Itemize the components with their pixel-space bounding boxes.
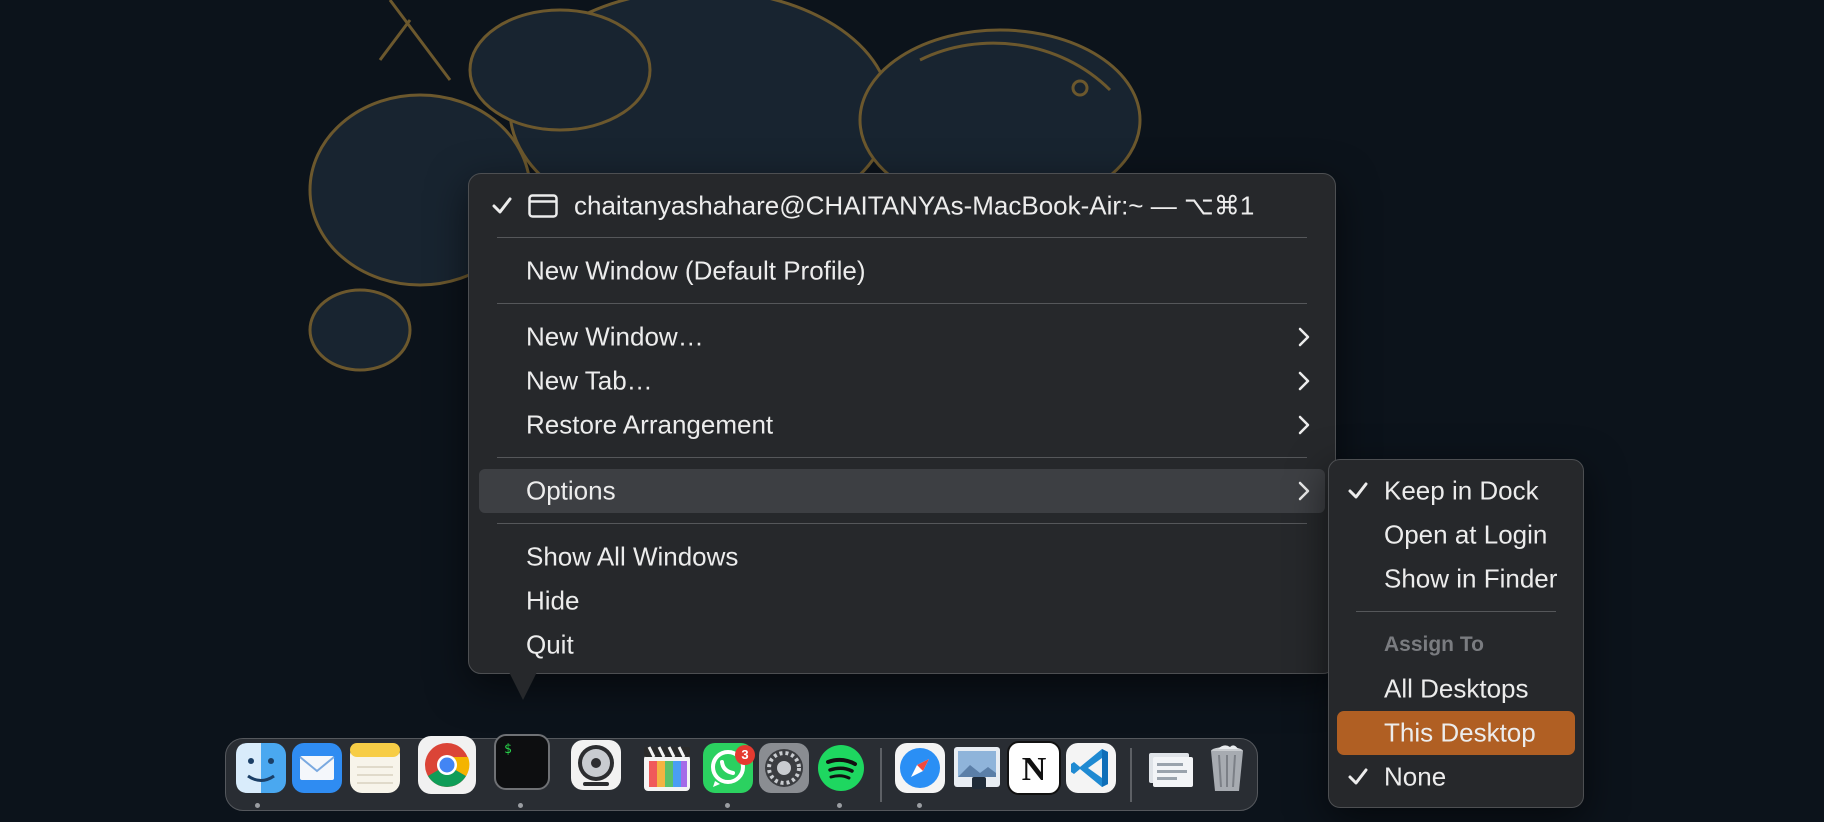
notification-badge: 3 bbox=[735, 745, 755, 765]
chevron-right-icon bbox=[1298, 415, 1310, 435]
submenu-item-label: Keep in Dock bbox=[1384, 475, 1539, 506]
notes-icon[interactable] bbox=[348, 741, 402, 795]
notion-glyph: N bbox=[1021, 751, 1047, 788]
submenu-item-this-desktop[interactable]: This Desktop bbox=[1337, 711, 1575, 755]
terminal-prompt-glyph: $ bbox=[504, 742, 512, 757]
mail-icon[interactable] bbox=[290, 741, 344, 795]
menu-item-hide[interactable]: Hide bbox=[479, 579, 1325, 623]
menu-item-options[interactable]: Options bbox=[479, 469, 1325, 513]
final-cut-icon[interactable] bbox=[640, 741, 694, 795]
menu-item-label: Restore Arrangement bbox=[526, 409, 774, 440]
submenu-item-open-at-login[interactable]: Open at Login bbox=[1337, 513, 1575, 557]
chevron-right-icon bbox=[1298, 327, 1310, 347]
menu-separator bbox=[1356, 611, 1556, 612]
spotify-icon[interactable] bbox=[814, 741, 868, 795]
menu-item-restore-arrangement[interactable]: Restore Arrangement bbox=[479, 403, 1325, 447]
menu-item-label: New Window… bbox=[526, 321, 704, 352]
submenu-item-label: None bbox=[1384, 761, 1447, 792]
menu-item-terminal-window[interactable]: chaitanyashahare@CHAITANYAs-MacBook-Air:… bbox=[479, 184, 1325, 228]
menu-item-label: Hide bbox=[526, 585, 580, 616]
menu-item-show-all-windows[interactable]: Show All Windows bbox=[479, 535, 1325, 579]
dock-divider bbox=[1130, 748, 1132, 802]
submenu-item-label: All Desktops bbox=[1384, 673, 1529, 704]
vscode-icon[interactable] bbox=[1064, 741, 1118, 795]
running-indicator bbox=[917, 803, 922, 808]
submenu-item-none[interactable]: None bbox=[1337, 755, 1575, 799]
running-indicator bbox=[518, 803, 523, 808]
submenu-item-label: This Desktop bbox=[1384, 717, 1536, 748]
preview-icon[interactable] bbox=[950, 741, 1004, 795]
checkmark-icon bbox=[1348, 768, 1368, 785]
menu-separator bbox=[497, 303, 1307, 304]
downloads-stack-icon[interactable] bbox=[1143, 741, 1197, 795]
menu-item-new-window-default[interactable]: New Window (Default Profile) bbox=[479, 249, 1325, 293]
menu-item-new-window[interactable]: New Window… bbox=[479, 315, 1325, 359]
running-indicator bbox=[837, 803, 842, 808]
menu-separator bbox=[497, 457, 1307, 458]
menu-item-new-tab[interactable]: New Tab… bbox=[479, 359, 1325, 403]
window-title-label: chaitanyashahare@CHAITANYAs-MacBook-Air:… bbox=[574, 190, 1255, 221]
running-indicator bbox=[725, 803, 730, 808]
menu-pointer bbox=[509, 672, 537, 700]
submenu-item-keep-in-dock[interactable]: Keep in Dock bbox=[1337, 469, 1575, 513]
logic-icon[interactable] bbox=[569, 738, 623, 792]
submenu-item-show-in-finder[interactable]: Show in Finder bbox=[1337, 557, 1575, 601]
notion-icon[interactable]: N bbox=[1007, 741, 1061, 795]
dock-context-menu: chaitanyashahare@CHAITANYAs-MacBook-Air:… bbox=[468, 173, 1336, 674]
submenu-item-label: Show in Finder bbox=[1384, 563, 1558, 594]
chrome-icon[interactable] bbox=[417, 735, 477, 795]
chevron-right-icon bbox=[1298, 481, 1310, 501]
menu-item-label: Show All Windows bbox=[526, 541, 739, 572]
menu-separator bbox=[497, 237, 1307, 238]
menu-separator bbox=[497, 523, 1307, 524]
window-icon bbox=[528, 194, 558, 218]
menu-item-label: Options bbox=[526, 475, 616, 506]
running-indicator bbox=[255, 803, 260, 808]
menu-item-label: New Window (Default Profile) bbox=[526, 255, 866, 286]
terminal-icon[interactable]: $ bbox=[494, 734, 550, 790]
checkmark-icon bbox=[492, 197, 512, 214]
menu-item-label: New Tab… bbox=[526, 365, 653, 396]
assign-to-header: Assign To bbox=[1337, 623, 1575, 667]
checkmark-icon bbox=[1348, 482, 1368, 499]
section-header-label: Assign To bbox=[1384, 633, 1484, 656]
safari-icon[interactable] bbox=[893, 741, 947, 795]
system-settings-icon[interactable] bbox=[757, 741, 811, 795]
finder-icon[interactable] bbox=[234, 741, 288, 795]
menu-item-quit[interactable]: Quit bbox=[479, 623, 1325, 667]
options-submenu: Keep in Dock Open at Login Show in Finde… bbox=[1328, 459, 1584, 808]
menu-item-label: Quit bbox=[526, 629, 574, 660]
submenu-item-all-desktops[interactable]: All Desktops bbox=[1337, 667, 1575, 711]
submenu-item-label: Open at Login bbox=[1384, 519, 1548, 550]
trash-icon[interactable] bbox=[1200, 741, 1254, 795]
chevron-right-icon bbox=[1298, 371, 1310, 391]
dock-divider bbox=[880, 748, 882, 802]
